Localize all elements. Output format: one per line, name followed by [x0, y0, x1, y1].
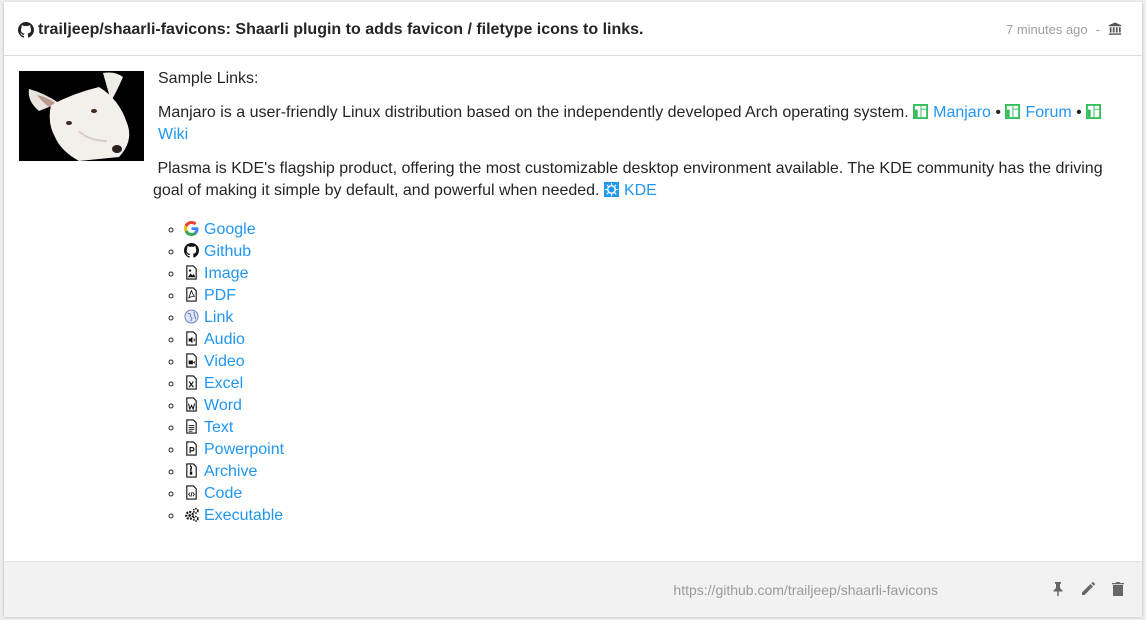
archive-link[interactable]: Archive: [204, 463, 257, 480]
powerpoint-link[interactable]: Powerpoint: [204, 441, 284, 458]
wiki-link[interactable]: Wiki: [158, 126, 188, 143]
manjaro-text: Manjaro is a user-friendly Linux distrib…: [158, 104, 909, 121]
link-card: trailjeep/shaarli-favicons: Shaarli plug…: [4, 2, 1142, 617]
description-heading: Sample Links:: [158, 70, 259, 87]
bullet-separator: •: [1076, 104, 1082, 121]
link-title[interactable]: trailjeep/shaarli-favicons: Shaarli plug…: [38, 21, 643, 39]
list-item: PDF: [184, 284, 1128, 306]
text-link[interactable]: Text: [204, 419, 233, 436]
forum-link[interactable]: Forum: [1025, 104, 1071, 121]
card-header: trailjeep/shaarli-favicons: Shaarli plug…: [4, 2, 1142, 56]
archive-org-icon[interactable]: [1108, 22, 1122, 36]
list-item: Executable: [184, 504, 1128, 526]
thumbnail[interactable]: [19, 71, 144, 161]
footer-url[interactable]: https://github.com/trailjeep/shaarli-fav…: [673, 582, 938, 598]
gears-icon: [185, 507, 199, 522]
video-link[interactable]: Video: [204, 353, 245, 370]
list-item: Code: [184, 482, 1128, 504]
list-item: Excel: [184, 372, 1128, 394]
sample-links-list: Google Github Image PDF: [153, 218, 1128, 526]
plasma-paragraph: Plasma is KDE's flagship product, offeri…: [153, 158, 1128, 202]
footer-actions: [1050, 581, 1126, 597]
list-item: Text: [184, 416, 1128, 438]
title-wrap: trailjeep/shaarli-favicons: Shaarli plug…: [18, 20, 643, 40]
excel-file-icon: [186, 375, 197, 390]
link-link[interactable]: Link: [204, 309, 233, 326]
bullet-separator: •: [995, 104, 1001, 121]
card-meta: 7 minutes ago -: [1006, 20, 1122, 38]
timestamp[interactable]: 7 minutes ago: [1006, 22, 1088, 37]
manjaro-icon: [1086, 104, 1102, 119]
code-link[interactable]: Code: [204, 485, 242, 502]
pin-icon[interactable]: [1050, 581, 1066, 597]
word-file-icon: [186, 397, 197, 412]
list-item: Word: [184, 394, 1128, 416]
kde-icon: [603, 182, 619, 197]
google-icon: [184, 221, 199, 236]
image-link[interactable]: Image: [204, 265, 248, 282]
manjaro-icon: [1005, 104, 1021, 119]
text-file-icon: [186, 419, 197, 434]
image-file-icon: [186, 265, 197, 280]
word-link[interactable]: Word: [204, 397, 242, 414]
pdf-file-icon: [186, 287, 197, 302]
audio-link[interactable]: Audio: [204, 331, 245, 348]
github-icon: [184, 243, 199, 258]
github-icon: [18, 22, 34, 38]
executable-link[interactable]: Executable: [204, 507, 283, 524]
audio-file-icon: [186, 331, 197, 346]
manjaro-paragraph: Manjaro is a user-friendly Linux distrib…: [158, 102, 1128, 146]
dog-thumbnail-image: [19, 71, 144, 161]
list-item: Github: [184, 240, 1128, 262]
powerpoint-file-icon: [186, 441, 197, 456]
list-item: Powerpoint: [184, 438, 1128, 460]
manjaro-icon: [913, 104, 929, 119]
list-item: Image: [184, 262, 1128, 284]
list-item: Audio: [184, 328, 1128, 350]
excel-link[interactable]: Excel: [204, 375, 243, 392]
code-file-icon: [186, 485, 197, 500]
list-item: Video: [184, 350, 1128, 372]
github-link[interactable]: Github: [204, 243, 251, 260]
card-footer: https://github.com/trailjeep/shaarli-fav…: [4, 561, 1142, 617]
kde-link[interactable]: KDE: [624, 182, 657, 199]
video-file-icon: [186, 353, 197, 368]
google-link[interactable]: Google: [204, 221, 256, 238]
manjaro-link[interactable]: Manjaro: [933, 104, 991, 121]
archive-file-icon: [186, 463, 197, 478]
list-item: Link: [184, 306, 1128, 328]
trash-icon[interactable]: [1110, 581, 1126, 597]
description: Sample Links: Manjaro is a user-friendly…: [153, 68, 1128, 526]
pdf-link[interactable]: PDF: [204, 287, 236, 304]
meta-separator: -: [1095, 21, 1100, 37]
edit-icon[interactable]: [1080, 581, 1096, 597]
list-item: Archive: [184, 460, 1128, 482]
globe-icon: [184, 309, 199, 324]
list-item: Google: [184, 218, 1128, 240]
